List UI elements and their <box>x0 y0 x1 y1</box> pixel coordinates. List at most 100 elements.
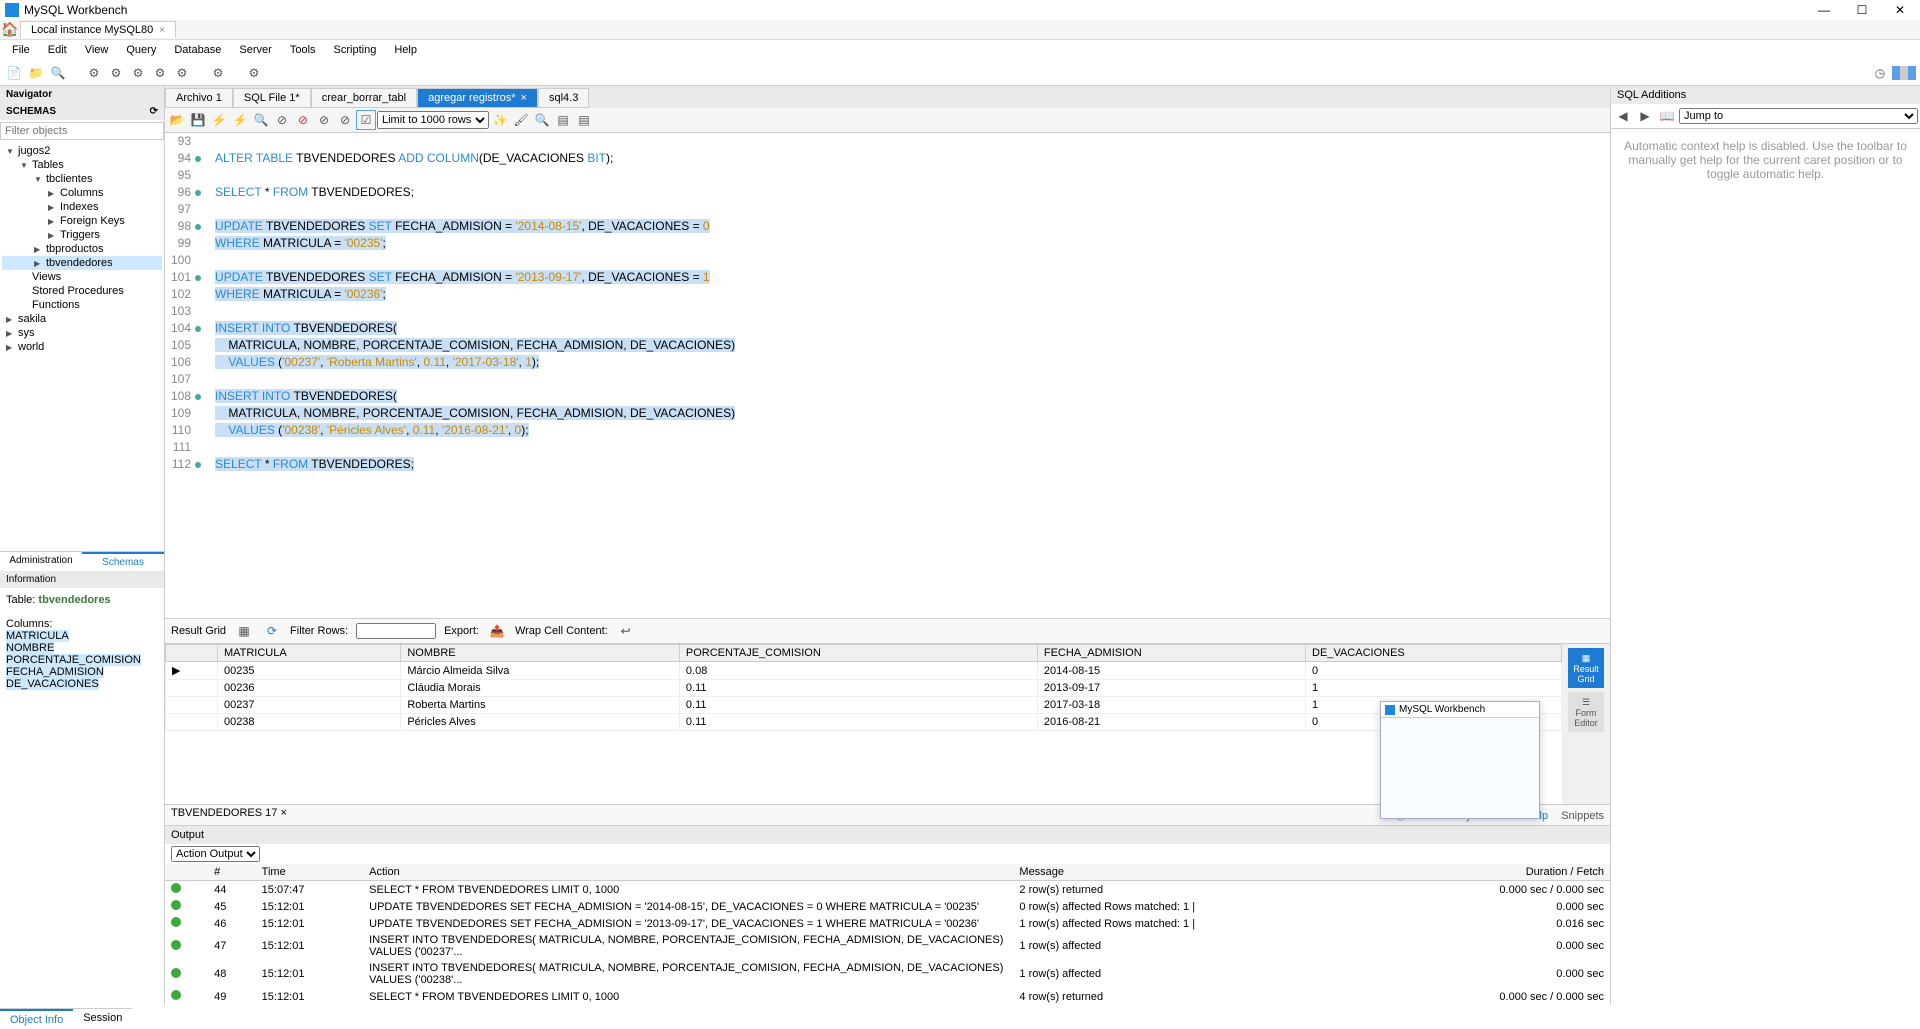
sql-tab[interactable]: agregar registros*× <box>417 88 538 108</box>
export-icon[interactable]: 📤 <box>487 621 507 641</box>
output-type-select[interactable]: Action Output <box>171 846 260 862</box>
close-icon[interactable]: × <box>280 807 286 819</box>
tree-item[interactable]: ▼Tables <box>2 158 162 172</box>
tree-item[interactable]: ▼jugos2 <box>2 144 162 158</box>
tree-item[interactable]: ▶Foreign Keys <box>2 214 162 228</box>
sql-tab[interactable]: sql4.3 <box>538 88 589 108</box>
limit-rows-select[interactable]: Limit to 1000 rows <box>377 111 489 129</box>
connection-tab[interactable]: Local instance MySQL80 × <box>20 21 176 38</box>
sql-additions-title: SQL Additions <box>1611 86 1920 104</box>
tool-icon[interactable]: ▤ <box>574 110 594 130</box>
tool-icon[interactable]: ⚙ <box>172 63 192 83</box>
tool-icon[interactable]: ⚙ <box>106 63 126 83</box>
schema-tree: ▼jugos2▼Tables▼tbclientes▶Columns▶Indexe… <box>0 142 164 551</box>
tree-item[interactable]: ▶Triggers <box>2 228 162 242</box>
connection-tab-label: Local instance MySQL80 <box>31 24 153 36</box>
wrap-icon[interactable]: ↩ <box>616 621 636 641</box>
rollback-icon[interactable]: ⊘ <box>335 110 355 130</box>
result-tab[interactable]: TBVENDEDORES 17 <box>171 807 277 819</box>
tree-item[interactable]: Functions <box>2 298 162 312</box>
tool-icon[interactable]: ◷ <box>1870 63 1890 83</box>
tab-administration[interactable]: Administration <box>0 552 82 571</box>
tree-item[interactable]: ▶sys <box>2 326 162 340</box>
minimize-button[interactable]: — <box>1809 1 1839 19</box>
menu-tools[interactable]: Tools <box>282 42 324 58</box>
save-icon[interactable]: 💾 <box>188 110 208 130</box>
sql-editor-tabs: Archivo 1SQL File 1*crear_borrar_tablagr… <box>165 86 1610 108</box>
menu-file[interactable]: File <box>4 42 38 58</box>
execute-icon[interactable]: ⚡ <box>209 110 229 130</box>
result-toolbar: Result Grid ▦ ⟳ Filter Rows: Export: 📤 W… <box>165 618 1610 644</box>
refresh-icon[interactable]: ⟳ <box>150 106 158 117</box>
object-info-tab[interactable]: Object Info <box>0 1009 73 1029</box>
sql-editor-toolbar: 📂 💾 ⚡ ⚡ 🔍 ⊘ ⊘ ⊘ ⊘ ☑ Limit to 1000 rows ✨… <box>165 108 1610 133</box>
menu-view[interactable]: View <box>77 42 117 58</box>
stop-icon[interactable]: ⊘ <box>293 110 313 130</box>
menu-query[interactable]: Query <box>118 42 164 58</box>
home-icon[interactable]: 🏠 <box>0 20 20 40</box>
navigator-title: Navigator <box>0 86 164 103</box>
nav-prev-icon[interactable]: ◀ <box>1613 106 1633 126</box>
object-info-tabs: Object Info Session <box>0 1008 132 1029</box>
nav-next-icon[interactable]: ▶ <box>1635 106 1655 126</box>
tree-item[interactable]: ▶Columns <box>2 186 162 200</box>
tree-item[interactable]: ▼tbclientes <box>2 172 162 186</box>
tree-item[interactable]: ▶tbvendedores <box>2 256 162 270</box>
menu-scripting[interactable]: Scripting <box>326 42 385 58</box>
find-icon[interactable]: 🔍 <box>532 110 552 130</box>
menu-server[interactable]: Server <box>231 42 279 58</box>
navigator-panel: Navigator SCHEMAS⟳ ▼jugos2▼Tables▼tbclie… <box>0 86 165 1005</box>
menubar: FileEditViewQueryDatabaseServerToolsScri… <box>0 40 1920 60</box>
snippets-tab[interactable]: Snippets <box>1561 810 1604 822</box>
panel-toggle[interactable] <box>1892 66 1916 80</box>
menu-edit[interactable]: Edit <box>40 42 75 58</box>
tree-item[interactable]: ▶world <box>2 340 162 354</box>
result-grid[interactable]: MATRICULANOMBREPORCENTAJE_COMISIONFECHA_… <box>165 644 1562 804</box>
help-icon[interactable]: 📖 <box>1657 106 1677 126</box>
refresh-icon[interactable]: ⟳ <box>262 621 282 641</box>
result-grid-button[interactable]: ▦Result Grid <box>1568 648 1604 688</box>
open-icon[interactable]: 📂 <box>167 110 187 130</box>
new-sql-tab-icon[interactable]: 📄 <box>4 63 24 83</box>
tab-schemas[interactable]: Schemas <box>82 552 164 571</box>
tool-icon[interactable]: ⚙ <box>128 63 148 83</box>
beautify-icon[interactable]: ✨ <box>490 110 510 130</box>
close-button[interactable]: ✕ <box>1885 1 1915 19</box>
close-tab-icon[interactable]: × <box>159 25 165 36</box>
menu-help[interactable]: Help <box>386 42 425 58</box>
information-header: Information <box>0 571 164 588</box>
maximize-button[interactable]: ☐ <box>1847 1 1877 19</box>
grid-icon[interactable]: ▦ <box>234 621 254 641</box>
sql-tab[interactable]: SQL File 1* <box>233 88 311 108</box>
tool-icon[interactable]: ▤ <box>553 110 573 130</box>
explain-icon[interactable]: 🔍 <box>251 110 271 130</box>
tree-item[interactable]: ▶tbproductos <box>2 242 162 256</box>
sql-tab[interactable]: Archivo 1 <box>165 88 233 108</box>
tool-icon[interactable]: ⚙ <box>208 63 228 83</box>
sql-tab[interactable]: crear_borrar_tabl <box>311 88 417 108</box>
stop-icon[interactable]: ⊘ <box>272 110 292 130</box>
filter-rows-input[interactable] <box>356 623 436 639</box>
sql-additions-panel: SQL Additions ◀ ▶ 📖 Jump to Automatic co… <box>1610 86 1920 1005</box>
menu-database[interactable]: Database <box>166 42 229 58</box>
connection-tabs: 🏠 Local instance MySQL80 × <box>0 20 1920 40</box>
commit-icon[interactable]: ⊘ <box>314 110 334 130</box>
session-tab[interactable]: Session <box>73 1009 132 1029</box>
tool-icon[interactable]: ⚙ <box>244 63 264 83</box>
tool-icon[interactable]: 🖌 <box>511 110 531 130</box>
tool-icon[interactable]: ⚙ <box>150 63 170 83</box>
jump-to-select[interactable]: Jump to <box>1679 108 1918 124</box>
form-editor-button[interactable]: ☰Form Editor <box>1568 692 1604 732</box>
tree-item[interactable]: Stored Procedures <box>2 284 162 298</box>
tool-icon[interactable]: ⚙ <box>84 63 104 83</box>
tree-item[interactable]: ▶Indexes <box>2 200 162 214</box>
autocommit-icon[interactable]: ☑ <box>356 110 376 130</box>
tree-item[interactable]: ▶sakila <box>2 312 162 326</box>
execute-step-icon[interactable]: ⚡ <box>230 110 250 130</box>
sql-editor[interactable]: 9394959697989910010110210310410510610710… <box>165 133 1610 618</box>
tree-item[interactable]: Views <box>2 270 162 284</box>
open-file-icon[interactable]: 📁 <box>26 63 46 83</box>
filter-objects-input[interactable] <box>0 122 164 140</box>
titlebar: MySQL Workbench — ☐ ✕ <box>0 0 1920 20</box>
inspector-icon[interactable]: 🔍 <box>48 63 68 83</box>
